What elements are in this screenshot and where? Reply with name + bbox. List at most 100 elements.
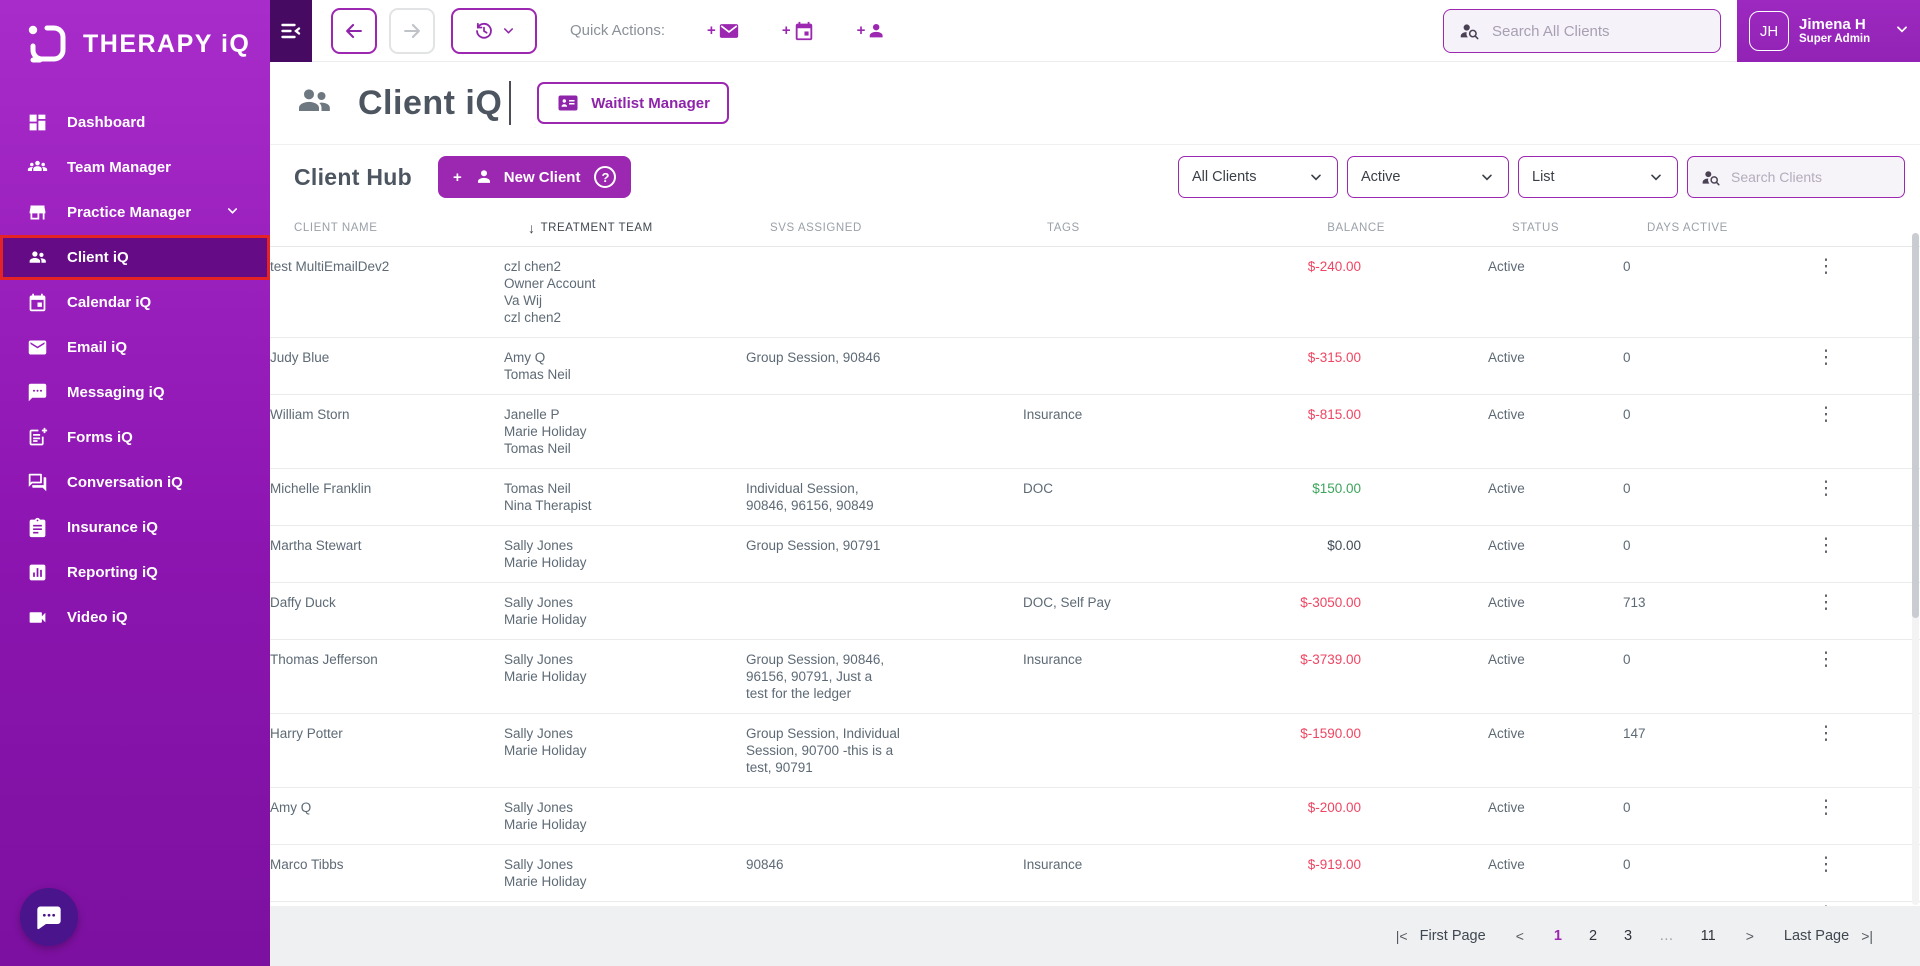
svs-assigned: Individual Session, 90846, 96156, 90849 bbox=[746, 481, 874, 513]
table-row[interactable]: test MultiEmailDev2 czl chen2 Owner Accoun… bbox=[270, 247, 1920, 338]
sidebar-item-conversation-iq[interactable]: Conversation iQ bbox=[0, 460, 270, 505]
treatment-team: czl chen2 Owner Account Va Wij czl chen2 bbox=[504, 258, 746, 326]
table-row[interactable]: Judy Blue Amy Q Tomas Neil Group Session, 9… bbox=[270, 338, 1920, 395]
table-row[interactable]: Sally Jones Individual Sessi $-2050.00 ⋮ bbox=[270, 902, 1920, 906]
table-row[interactable]: Amy Q Sally Jones Marie Holiday $-200.00 Act… bbox=[270, 788, 1920, 845]
sidebar-item-calendar-iq[interactable]: Calendar iQ bbox=[0, 280, 270, 325]
row-menu-button[interactable]: ⋮ bbox=[1815, 479, 1837, 514]
table-row[interactable]: Thomas Jefferson Sally Jones Marie Holiday… bbox=[270, 640, 1920, 714]
client-name bbox=[270, 905, 504, 906]
row-menu-button[interactable]: ⋮ bbox=[1815, 724, 1837, 776]
status-dropdown[interactable]: Active bbox=[1347, 156, 1509, 198]
next-page-button[interactable]: > bbox=[1746, 928, 1754, 944]
row-menu-button[interactable]: ⋮ bbox=[1815, 536, 1837, 571]
table-row[interactable]: Harry Potter Sally Jones Marie Holiday Grou… bbox=[270, 714, 1920, 788]
brand-logo[interactable]: THERAPY iQ bbox=[0, 0, 270, 68]
chat-widget-button[interactable] bbox=[20, 888, 78, 946]
quick-action-person-plus[interactable]: + bbox=[857, 20, 890, 42]
row-menu-button[interactable]: ⋮ bbox=[1815, 257, 1837, 326]
status: Active bbox=[1488, 407, 1525, 422]
client-type-value: All Clients bbox=[1192, 169, 1257, 185]
balance: $-3739.00 bbox=[1300, 652, 1361, 667]
user-profile-menu[interactable]: JH Jimena H Super Admin bbox=[1737, 0, 1920, 62]
view-dropdown[interactable]: List bbox=[1518, 156, 1678, 198]
svs-assigned: Individual Sessi bbox=[746, 905, 1023, 906]
sidebar-item-reporting-iq[interactable]: Reporting iQ bbox=[0, 550, 270, 595]
person-search-icon bbox=[1702, 170, 1720, 185]
search-clients-input[interactable] bbox=[1731, 169, 1892, 185]
first-page-button[interactable]: |< First Page bbox=[1396, 928, 1486, 944]
quick-action-email-plus[interactable]: + bbox=[707, 20, 740, 42]
page-number-2[interactable]: 2 bbox=[1589, 928, 1597, 944]
sidebar-item-label: Insurance iQ bbox=[67, 519, 158, 536]
client-type-dropdown[interactable]: All Clients bbox=[1178, 156, 1338, 198]
svs-assigned: Group Session, Individual Session, 90700… bbox=[746, 726, 900, 775]
sidebar-item-dashboard[interactable]: Dashboard bbox=[0, 100, 270, 145]
treatment-team: Sally Jones bbox=[504, 905, 746, 906]
column-header-svs-assigned[interactable]: SVS ASSIGNED bbox=[770, 222, 1047, 234]
nav-forward-button[interactable] bbox=[389, 7, 435, 54]
column-header-treatment-team[interactable]: ↓ TREATMENT TEAM bbox=[528, 220, 770, 236]
row-menu-button[interactable]: ⋮ bbox=[1815, 855, 1837, 890]
days-active: 0 bbox=[1623, 800, 1631, 815]
sidebar-item-video-iq[interactable]: Video iQ bbox=[0, 595, 270, 640]
waitlist-manager-button[interactable]: Waitlist Manager bbox=[537, 82, 729, 124]
search-all-clients[interactable] bbox=[1443, 9, 1721, 53]
quick-action-calendar-plus[interactable]: + bbox=[782, 20, 815, 42]
last-page-button[interactable]: Last Page >| bbox=[1784, 928, 1873, 944]
column-header-balance[interactable]: BALANCE bbox=[1270, 222, 1512, 234]
forms-iq-icon bbox=[27, 427, 48, 448]
page-number-1[interactable]: 1 bbox=[1554, 928, 1562, 944]
table-row[interactable]: Daffy Duck Sally Jones Marie Holiday DOC, S… bbox=[270, 583, 1920, 640]
row-menu-button[interactable]: ⋮ bbox=[1815, 593, 1837, 628]
arrow-left-icon bbox=[346, 23, 362, 38]
row-menu-button[interactable]: ⋮ bbox=[1815, 405, 1837, 457]
scrollbar-thumb[interactable] bbox=[1912, 233, 1919, 618]
days-active: 0 bbox=[1623, 538, 1631, 553]
search-clients[interactable] bbox=[1687, 156, 1905, 198]
svs-assigned: 90846 bbox=[746, 857, 784, 872]
nav-back-button[interactable] bbox=[331, 7, 377, 54]
column-header-client-name[interactable]: CLIENT NAME bbox=[294, 222, 528, 234]
plus-icon: + bbox=[856, 22, 866, 39]
sidebar-item-practice-manager[interactable]: Practice Manager bbox=[0, 190, 270, 235]
team-member: Owner Account bbox=[504, 276, 596, 291]
row-menu-button[interactable]: ⋮ bbox=[1815, 348, 1837, 383]
new-client-button[interactable]: + New Client ? bbox=[438, 156, 632, 198]
sidebar-item-forms-iq[interactable]: Forms iQ bbox=[0, 415, 270, 460]
sidebar-item-messaging-iq[interactable]: Messaging iQ bbox=[0, 370, 270, 415]
plus-icon: + bbox=[453, 168, 462, 186]
column-header-tags[interactable]: TAGS bbox=[1047, 222, 1270, 234]
client-name: William Storn bbox=[270, 407, 350, 422]
sidebar-item-label: Practice Manager bbox=[67, 204, 192, 221]
topbar: Quick Actions: + + + JH Jimena H Super Adm… bbox=[270, 0, 1920, 62]
column-header-status[interactable]: STATUS bbox=[1512, 222, 1647, 234]
row-menu-button[interactable]: ⋮ bbox=[1815, 798, 1837, 833]
sidebar-item-insurance-iq[interactable]: Insurance iQ bbox=[0, 505, 270, 550]
sidebar-item-email-iq[interactable]: Email iQ bbox=[0, 325, 270, 370]
balance: $-315.00 bbox=[1307, 350, 1361, 365]
client-name: Amy Q bbox=[270, 800, 312, 815]
table-row[interactable]: Michelle Franklin Tomas Neil Nina Therapis… bbox=[270, 469, 1920, 526]
help-icon[interactable]: ? bbox=[594, 166, 617, 188]
row-menu-button[interactable]: ⋮ bbox=[1815, 904, 1837, 906]
client-name: Judy Blue bbox=[270, 350, 330, 365]
sidebar-item-client-iq[interactable]: Client iQ bbox=[0, 235, 270, 280]
column-header-days-active[interactable]: DAYS ACTIVE bbox=[1647, 222, 1819, 234]
table-row[interactable]: William Storn Janelle P Marie Holiday Tomas… bbox=[270, 395, 1920, 469]
days-active: 0 bbox=[1623, 259, 1631, 274]
page-title[interactable]: Client iQ bbox=[358, 84, 502, 123]
table-row[interactable]: Marco Tibbs Sally Jones Marie Holiday 90846… bbox=[270, 845, 1920, 902]
row-menu-button[interactable]: ⋮ bbox=[1815, 650, 1837, 702]
sidebar-item-team-manager[interactable]: Team Manager bbox=[0, 145, 270, 190]
days-active: 0 bbox=[1623, 652, 1631, 667]
page-number-11[interactable]: 11 bbox=[1701, 928, 1716, 944]
search-all-clients-input[interactable] bbox=[1492, 22, 1706, 40]
svs-assigned bbox=[746, 258, 1023, 326]
history-dropdown-button[interactable] bbox=[451, 7, 537, 54]
table-row[interactable]: Martha Stewart Sally Jones Marie Holiday Gr… bbox=[270, 526, 1920, 583]
prev-page-button[interactable]: < bbox=[1516, 928, 1524, 944]
sidebar-collapse-button[interactable] bbox=[270, 0, 312, 62]
team-manager-icon bbox=[27, 157, 48, 178]
page-number-3[interactable]: 3 bbox=[1624, 928, 1632, 944]
